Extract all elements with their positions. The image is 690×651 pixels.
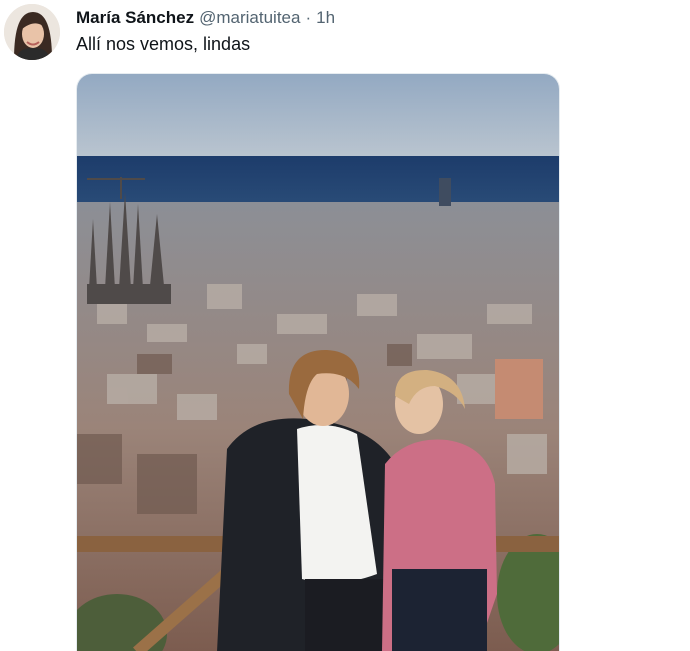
author-name[interactable]: María Sánchez: [76, 8, 194, 28]
tweet-card[interactable]: María Sánchez @mariatuitea · 1h Allí nos…: [0, 0, 690, 651]
timestamp[interactable]: 1h: [316, 8, 335, 28]
author-handle[interactable]: @mariatuitea: [199, 8, 300, 28]
photo-barcelona-two-women: [77, 74, 559, 651]
tweet-header: María Sánchez @mariatuitea · 1h: [76, 8, 335, 30]
avatar[interactable]: [4, 4, 60, 60]
avatar-photo: [4, 4, 60, 60]
tweet-text: Allí nos vemos, lindas: [76, 34, 251, 54]
separator-dot: ·: [305, 8, 312, 27]
tweet-image[interactable]: [76, 73, 560, 651]
